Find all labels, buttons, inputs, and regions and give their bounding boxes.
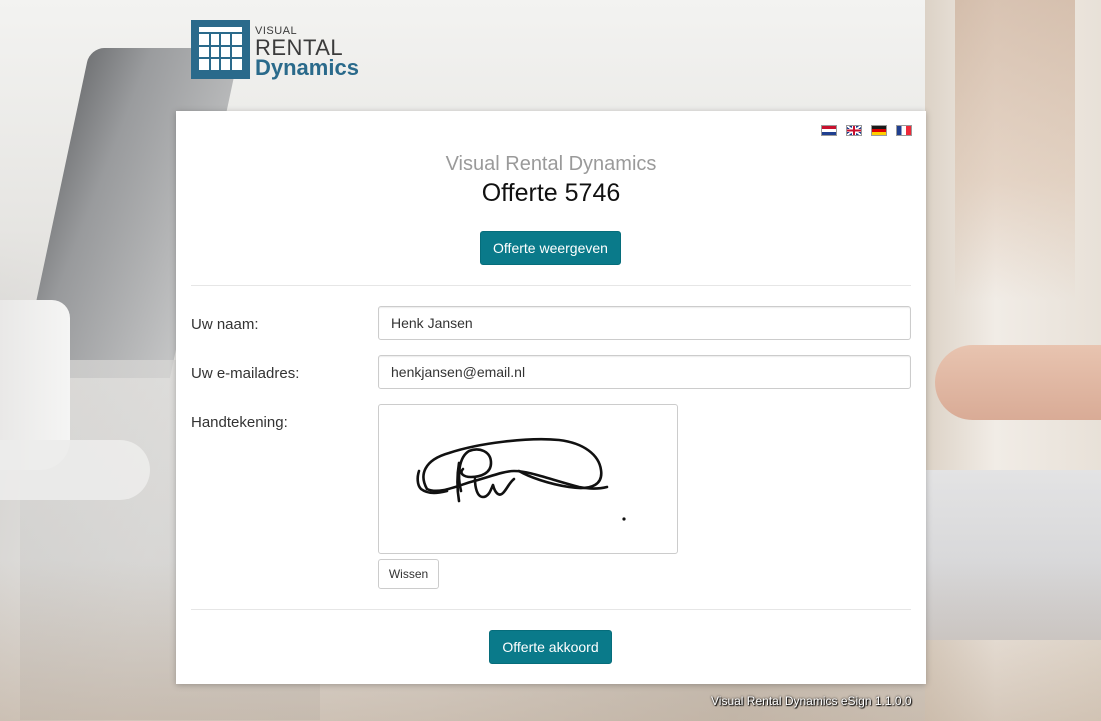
- language-selector: [821, 125, 912, 136]
- signature-label: Handtekening:: [191, 414, 288, 431]
- divider: [191, 285, 911, 286]
- view-quote-button[interactable]: Offerte weergeven: [480, 231, 621, 265]
- name-input[interactable]: [378, 306, 911, 340]
- clear-signature-button[interactable]: Wissen: [378, 559, 439, 589]
- flag-nl-icon[interactable]: [821, 125, 837, 136]
- signature-pad[interactable]: [378, 404, 678, 554]
- quote-card: Visual Rental Dynamics Offerte 5746 Offe…: [176, 111, 926, 684]
- name-label: Uw naam:: [191, 316, 259, 333]
- calendar-grid-icon: [191, 20, 250, 79]
- brand-logo: VISUAL RENTAL Dynamics: [191, 20, 359, 79]
- flag-de-icon[interactable]: [871, 125, 887, 136]
- flag-fr-icon[interactable]: [896, 125, 912, 136]
- background-saucer: [0, 440, 150, 500]
- email-input[interactable]: [378, 355, 911, 389]
- background-hair: [955, 0, 1075, 300]
- background-hand: [935, 345, 1101, 420]
- email-label: Uw e-mailadres:: [191, 365, 300, 382]
- logo-text-dynamics: Dynamics: [255, 55, 359, 80]
- page-title: Offerte 5746: [481, 179, 621, 207]
- divider: [191, 609, 911, 610]
- accept-quote-button[interactable]: Offerte akkoord: [489, 630, 612, 664]
- flag-gb-icon[interactable]: [846, 125, 862, 136]
- company-subtitle: Visual Rental Dynamics: [445, 153, 657, 175]
- signature-drawing: [416, 437, 626, 521]
- version-footer: Visual Rental Dynamics eSign 1.1.0.0: [711, 694, 912, 708]
